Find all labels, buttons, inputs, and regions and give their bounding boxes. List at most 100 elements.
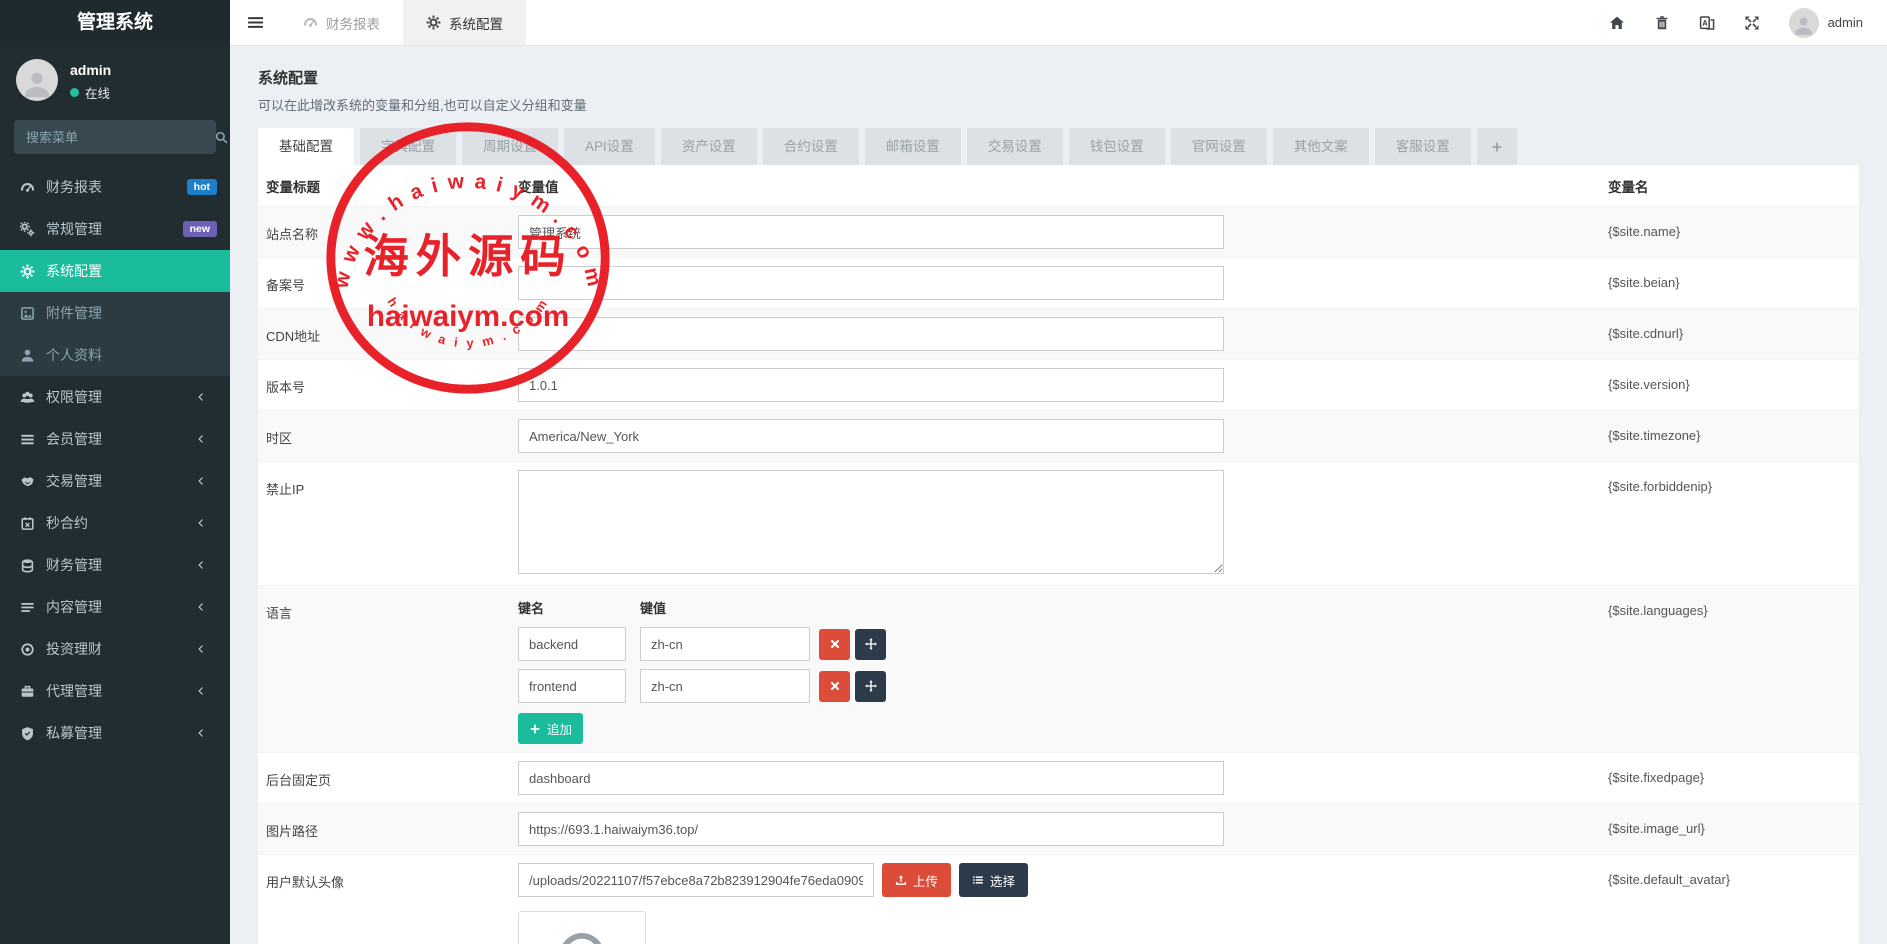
home-button[interactable] (1609, 15, 1625, 31)
online-dot-icon (70, 88, 79, 97)
image-url-input[interactable] (518, 812, 1224, 846)
field-label: 图片路径 (258, 804, 510, 854)
x-icon (829, 680, 841, 692)
navbar-tab-label: 财务报表 (326, 13, 380, 33)
remove-language-button[interactable] (819, 629, 850, 660)
search-button[interactable] (214, 130, 229, 145)
default-avatar-input[interactable] (518, 863, 874, 897)
user-icon (22, 69, 52, 99)
navbar-tab[interactable]: 系统配置 (403, 0, 526, 45)
user-name: admin (70, 62, 111, 78)
sidebar-item[interactable]: 系统配置 (0, 250, 230, 292)
add-group-tab[interactable] (1477, 128, 1517, 165)
sidebar-item[interactable]: 秒合约 (0, 502, 230, 544)
sidebar-item[interactable]: 投资理财 (0, 628, 230, 670)
sidebar-toggle-button[interactable] (230, 0, 280, 45)
site-name-input[interactable] (518, 215, 1224, 249)
move-language-button[interactable] (855, 629, 886, 660)
sidebar-item[interactable]: 附件管理 (0, 292, 230, 334)
fullscreen-icon (1744, 15, 1760, 31)
config-tab[interactable]: 邮箱设置 (865, 128, 961, 165)
gears-icon (20, 222, 35, 237)
config-tab[interactable]: 合约设置 (763, 128, 859, 165)
choose-button[interactable]: 选择 (959, 863, 1028, 897)
timezone-input[interactable] (518, 419, 1224, 453)
language-pair-row (518, 627, 1592, 661)
navbar-right: admin (1609, 0, 1887, 45)
language-value-input[interactable] (640, 669, 810, 703)
field-value-cell: 键名 键值 追加 (510, 586, 1600, 752)
chevron-left-icon (196, 433, 206, 445)
config-row: 备案号 {$site.beian} (258, 257, 1859, 308)
variable-name: {$site.forbiddenip} (1600, 462, 1859, 585)
sidebar-item[interactable]: 内容管理 (0, 586, 230, 628)
upload-button[interactable]: 上传 (882, 863, 951, 897)
clear-cache-button[interactable] (1654, 15, 1670, 31)
sidebar-item[interactable]: 会员管理 (0, 418, 230, 460)
config-tab[interactable]: 交易设置 (967, 128, 1063, 165)
field-value-cell (510, 258, 1600, 308)
version-input[interactable] (518, 368, 1224, 402)
sidebar-item-label: 财务报表 (46, 177, 102, 197)
fixed-page-input[interactable] (518, 761, 1224, 795)
search-icon (214, 130, 229, 145)
append-language-button[interactable]: 追加 (518, 713, 583, 744)
search-input[interactable] (14, 130, 214, 145)
config-tab[interactable]: 基础配置 (258, 128, 354, 165)
remove-language-button[interactable] (819, 671, 850, 702)
config-tab[interactable]: 字典配置 (360, 128, 456, 165)
content: 系统配置 可以在此增改系统的变量和分组,也可以自定义分组和变量 基础配置字典配置… (230, 46, 1887, 944)
config-tab[interactable]: 客服设置 (1375, 128, 1471, 165)
forbidden-ip-textarea[interactable] (518, 470, 1224, 574)
translate-icon (1699, 15, 1715, 31)
beian-input[interactable] (518, 266, 1224, 300)
config-tab[interactable]: API设置 (564, 128, 655, 165)
hot-badge: hot (187, 179, 217, 195)
config-row: 语言 键名 键值 追加 {$site.languages} (258, 585, 1859, 752)
chevron-left-icon (196, 685, 206, 697)
chevron-left-icon (196, 643, 206, 655)
fullscreen-button[interactable] (1744, 15, 1760, 31)
config-row: 时区 {$site.timezone} (258, 410, 1859, 461)
sidebar-item[interactable]: 私募管理 (0, 712, 230, 754)
field-value-cell (510, 411, 1600, 461)
language-key-input[interactable] (518, 669, 626, 703)
sidebar-item[interactable]: 个人资料 (0, 334, 230, 376)
plus-icon (529, 723, 541, 735)
config-row: 禁止IP {$site.forbiddenip} (258, 461, 1859, 585)
hamburger-icon (247, 14, 264, 31)
sidebar-item[interactable]: 权限管理 (0, 376, 230, 418)
config-tab[interactable]: 资产设置 (661, 128, 757, 165)
sidebar-item[interactable]: 财务报表 hot (0, 166, 230, 208)
file-image-icon (20, 306, 35, 321)
config-tab[interactable]: 钱包设置 (1069, 128, 1165, 165)
sidebar-item[interactable]: 常规管理new (0, 208, 230, 250)
sidebar-item[interactable]: 代理管理 (0, 670, 230, 712)
sidebar-menu: 财务报表 hot 常规管理new系统配置附件管理个人资料权限管理会员管理交易管理秒合… (0, 166, 230, 754)
variable-name: {$site.beian} (1600, 258, 1859, 308)
navbar-tab[interactable]: 财务报表 (280, 0, 403, 45)
language-value-input[interactable] (640, 627, 810, 661)
sidebar-item-label: 代理管理 (46, 681, 102, 701)
language-button[interactable] (1699, 15, 1715, 31)
sidebar-item-label: 常规管理 (46, 219, 102, 239)
config-tab[interactable]: 周期设置 (462, 128, 558, 165)
chevron-left-icon (196, 475, 206, 487)
calendar-icon (20, 516, 35, 531)
sidebar-item-label: 投资理财 (46, 639, 102, 659)
config-row: 站点名称 {$site.name} (258, 206, 1859, 257)
config-tab[interactable]: 官网设置 (1171, 128, 1267, 165)
plus-icon (1491, 141, 1503, 153)
config-tab[interactable]: 其他文案 (1273, 128, 1369, 165)
config-row: 图片路径 {$site.image_url} (258, 803, 1859, 854)
sidebar-item[interactable]: 财务管理 (0, 544, 230, 586)
column-header: 变量标题 (258, 165, 510, 206)
user-status: 在线 (70, 83, 111, 102)
move-language-button[interactable] (855, 671, 886, 702)
sidebar-item[interactable]: 交易管理 (0, 460, 230, 502)
cdn-url-input[interactable] (518, 317, 1224, 351)
field-value-cell (510, 207, 1600, 257)
field-label: 禁止IP (258, 462, 510, 585)
navbar-user[interactable]: admin (1789, 8, 1863, 38)
language-key-input[interactable] (518, 627, 626, 661)
